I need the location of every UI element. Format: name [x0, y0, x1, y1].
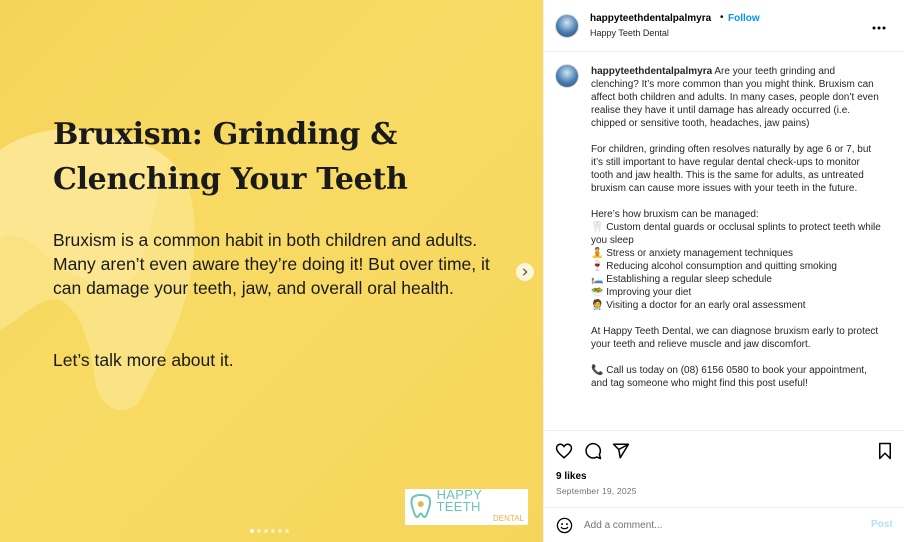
list-item-text: Establishing a regular sleep schedule: [606, 274, 772, 285]
caption-list-item: 🧘 Stress or anxiety management technique…: [591, 247, 881, 260]
carousel-dot: [271, 529, 275, 533]
caption-paragraph-4: Call us today on (08) 6156 0580 to book …: [591, 365, 867, 389]
header-subtitle[interactable]: Happy Teeth Dental: [590, 28, 669, 38]
bookmark-icon[interactable]: [876, 442, 894, 460]
carousel-dot: [264, 529, 268, 533]
comment-icon[interactable]: [584, 442, 602, 460]
tooth-logo-icon: [410, 494, 432, 518]
follow-button[interactable]: Follow: [728, 13, 760, 24]
caption-list-item: 🥗 Improving your diet: [591, 286, 881, 299]
post-date[interactable]: September 19, 2025: [556, 486, 637, 496]
list-emoji-icon: 🍷: [591, 261, 604, 272]
like-count[interactable]: 9 likes: [556, 471, 587, 482]
post-media[interactable]: Bruxism: Grinding & Clenching Your Teeth…: [0, 0, 543, 542]
comment-bar: Post: [544, 507, 904, 542]
brand-logo: HAPPY TEETH DENTAL: [405, 487, 528, 525]
carousel-dot: [285, 529, 289, 533]
caption-area[interactable]: happyteethdentalpalmyra Are your teeth g…: [544, 53, 904, 429]
chevron-right-icon: [522, 268, 528, 276]
caption-paragraph-3: At Happy Teeth Dental, we can diagnose b…: [591, 326, 879, 350]
header-username[interactable]: happyteethdentalpalmyra: [590, 13, 711, 24]
carousel-dot: [278, 529, 282, 533]
caption-list-item: 🛏️ Establishing a regular sleep schedule: [591, 273, 881, 286]
heart-icon[interactable]: [555, 442, 573, 460]
list-item-text: Reducing alcohol consumption and quittin…: [606, 261, 837, 272]
caption-username[interactable]: happyteethdentalpalmyra: [591, 66, 712, 77]
comment-input[interactable]: [584, 517, 854, 534]
phone-icon: 📞: [591, 365, 604, 376]
caption-list-item: 🦷 Custom dental guards or occlusal splin…: [591, 221, 881, 247]
list-item-text: Improving your diet: [606, 287, 692, 298]
list-emoji-icon: 🧑‍⚕️: [591, 300, 604, 311]
carousel-dot: [250, 529, 254, 533]
caption-paragraph-2: For children, grinding often resolves na…: [591, 144, 872, 194]
caption-avatar[interactable]: [555, 64, 579, 88]
list-emoji-icon: 🛏️: [591, 274, 604, 285]
avatar[interactable]: [555, 14, 579, 38]
caption-list-item: 🧑‍⚕️ Visiting a doctor for an early oral…: [591, 299, 881, 312]
caption-list-item: 🍷 Reducing alcohol consumption and quitt…: [591, 260, 881, 273]
post-header: happyteethdentalpalmyra • Follow Happy T…: [544, 0, 904, 52]
send-icon[interactable]: [612, 442, 630, 460]
more-horizontal-icon: [872, 26, 886, 30]
logo-line-2: DENTAL: [493, 514, 524, 523]
separator-dot: •: [720, 12, 724, 23]
carousel-indicator: [250, 529, 289, 533]
media-body-text: Bruxism is a common habit in both childr…: [53, 230, 490, 298]
media-headline: Bruxism: Grinding & Clenching Your Teeth: [53, 117, 408, 197]
media-cta-text: Let’s talk more about it.: [53, 350, 234, 370]
list-emoji-icon: 🦷: [591, 222, 604, 233]
next-slide-button[interactable]: [516, 263, 534, 281]
caption-text: happyteethdentalpalmyra Are your teeth g…: [591, 65, 881, 390]
more-options-button[interactable]: [872, 17, 886, 33]
post-comment-button[interactable]: Post: [871, 519, 893, 530]
caption-list: 🦷 Custom dental guards or occlusal splin…: [591, 221, 881, 312]
emoji-icon[interactable]: [556, 517, 573, 534]
logo-line-1: HAPPY TEETH: [436, 487, 482, 514]
list-item-text: Visiting a doctor for an early oral asse…: [606, 300, 806, 311]
list-emoji-icon: 🥗: [591, 287, 604, 298]
list-item-text: Custom dental guards or occlusal splints…: [591, 222, 881, 246]
caption-list-title: Here’s how bruxism can be managed:: [591, 209, 759, 220]
carousel-dot: [257, 529, 261, 533]
post-actions: [544, 430, 904, 468]
post-details-panel: happyteethdentalpalmyra • Follow Happy T…: [543, 0, 904, 542]
list-item-text: Stress or anxiety management techniques: [606, 248, 794, 259]
list-emoji-icon: 🧘: [591, 248, 604, 259]
